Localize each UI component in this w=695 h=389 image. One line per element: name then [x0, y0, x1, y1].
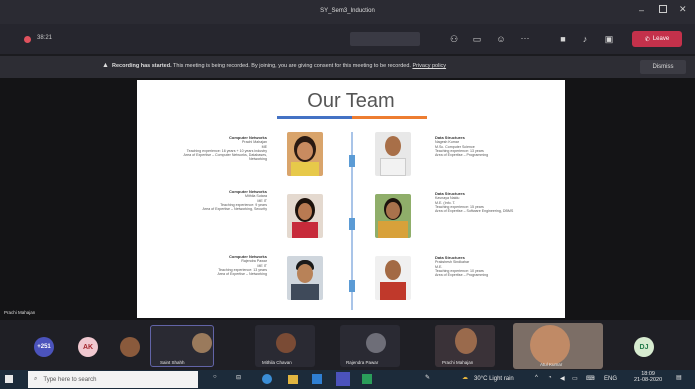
recording-banner: ▲ Recording has started. This meeting is…: [0, 56, 695, 78]
share-screen-icon[interactable]: ▣: [602, 34, 616, 45]
meeting-toolbar: 38:21 ⚇ ▭ ☺ ··· ■ ♪ ▣ ✆ Leave: [0, 24, 695, 54]
window-title: SY_Sem3_Induction: [320, 8, 375, 14]
participant-avatar: [192, 333, 212, 353]
taskbar-app-icon[interactable]: ✎: [425, 374, 430, 381]
battery-icon[interactable]: ▭: [572, 375, 578, 382]
team-member-card: Data Structures Nagesh Kumar M.Sc. Compu…: [435, 135, 555, 158]
team-member-card: Data Structures Prakshesh Sindkahar M.E.…: [435, 255, 555, 278]
title-underline-orange: [352, 116, 427, 119]
weather-text: 30°C Light rain: [474, 376, 514, 382]
participant-avatar[interactable]: AK: [78, 337, 98, 357]
edge-browser-icon[interactable]: [262, 374, 272, 384]
member-photo: [287, 194, 323, 238]
member-photo: [375, 132, 411, 176]
search-icon: ⌕: [34, 376, 38, 382]
member-detail: Area of Expertise – Programming: [435, 153, 489, 158]
participant-avatar: [366, 333, 386, 353]
participant-name: Rajendra Pawar: [346, 360, 379, 365]
participant-video-face: [530, 325, 570, 365]
team-member-card: Computer Networks Prachi Mahajan ME Teac…: [157, 135, 268, 162]
teams-icon[interactable]: [336, 372, 350, 386]
participant-name: Mithila Chavan: [262, 360, 292, 365]
microphone-icon[interactable]: ♪: [578, 34, 592, 44]
phone-hangup-icon: ✆: [644, 36, 650, 43]
meeting-timer: 38:21: [37, 35, 53, 41]
maximize-icon[interactable]: [659, 5, 667, 13]
presenter-name: Prachi Mahajan: [4, 310, 36, 315]
search-placeholder: Type here to search: [43, 376, 97, 383]
camera-icon[interactable]: ■: [556, 34, 570, 44]
network-icon[interactable]: ◔: [548, 375, 552, 381]
member-photo: [375, 256, 411, 300]
member-detail: Area of Expertise – Software Engineering…: [435, 209, 514, 214]
member-detail: Area of Expertise – Networking, Security: [202, 207, 267, 212]
participant-video-face: [455, 328, 477, 354]
dismiss-button[interactable]: Dismiss: [640, 60, 686, 74]
task-view-icon[interactable]: ⊟: [236, 374, 241, 381]
title-bar: SY_Sem3_Induction – ✕: [0, 0, 695, 24]
privacy-policy-link[interactable]: Privacy policy: [412, 63, 446, 69]
member-photo: [375, 194, 411, 238]
banner-headline: Recording has started.: [112, 63, 172, 69]
participant-name: Saint Shahh: [160, 360, 185, 365]
keyboard-icon[interactable]: ⌨: [586, 375, 595, 382]
windows-start-icon[interactable]: [5, 375, 13, 383]
participants-icon[interactable]: ⚇: [447, 34, 461, 45]
title-underline-blue: [277, 116, 352, 119]
team-member-card: Data Structures Kavnaya Naidu M.E. (Info…: [435, 191, 555, 214]
more-actions-icon[interactable]: ···: [518, 33, 532, 43]
reactions-icon[interactable]: ☺: [494, 34, 508, 44]
chevron-up-icon[interactable]: ^: [535, 375, 538, 381]
participant-avatar[interactable]: DJ: [634, 337, 654, 357]
hidden-toolbar-button[interactable]: [350, 32, 420, 46]
chat-icon[interactable]: ▭: [470, 34, 484, 45]
member-photo: [287, 256, 323, 300]
warning-icon: ▲: [102, 62, 109, 69]
banner-message: This meeting is being recorded. By joini…: [173, 63, 411, 69]
language-indicator[interactable]: ENG: [604, 376, 617, 382]
member-detail: Area of Expertise – Programming: [435, 273, 489, 278]
leave-label: Leave: [652, 36, 670, 42]
participant-overflow-count[interactable]: +251: [34, 337, 54, 357]
file-explorer-icon[interactable]: [288, 375, 298, 384]
participant-name: Atul Kumar: [540, 362, 563, 367]
weather-icon: ☁: [462, 375, 468, 381]
participant-name: Prachi Mahajan: [442, 360, 474, 365]
member-photo: [287, 132, 323, 176]
notifications-icon[interactable]: ▤: [676, 374, 682, 381]
member-detail: Area of Expertise – Networking: [217, 272, 267, 277]
system-clock[interactable]: 18:09 21-08-2020: [634, 371, 662, 383]
member-detail: Networking: [249, 157, 267, 162]
leave-button[interactable]: ✆ Leave: [632, 31, 682, 47]
app-icon[interactable]: [362, 374, 372, 384]
presentation-slide: Our Team Computer Networks Prachi Mahaja…: [137, 80, 565, 318]
team-member-card: Computer Networks Rajendra Pawar ME IT T…: [157, 254, 267, 277]
volume-icon[interactable]: ◀: [560, 375, 565, 382]
participant-avatar[interactable]: [120, 337, 140, 357]
timeline-marker: [349, 280, 355, 292]
cortana-icon[interactable]: ○: [213, 374, 217, 380]
close-icon[interactable]: ✕: [679, 4, 687, 15]
timeline-marker: [349, 218, 355, 230]
taskbar-search-box[interactable]: ⌕ Type here to search: [28, 371, 198, 388]
team-member-card: Computer Networks Mithila Sutara ME IT T…: [157, 189, 267, 212]
participant-avatar: [276, 333, 296, 353]
slide-title: Our Team: [307, 90, 395, 112]
minimize-icon[interactable]: –: [639, 5, 644, 15]
store-icon[interactable]: [312, 374, 322, 384]
timeline-marker: [349, 155, 355, 167]
windows-taskbar: ⌕ Type here to search ○ ⊟ ✎ ☁ 30°C Light…: [0, 370, 695, 389]
recording-icon: [24, 36, 31, 43]
clock-date: 21-08-2020: [634, 377, 663, 383]
